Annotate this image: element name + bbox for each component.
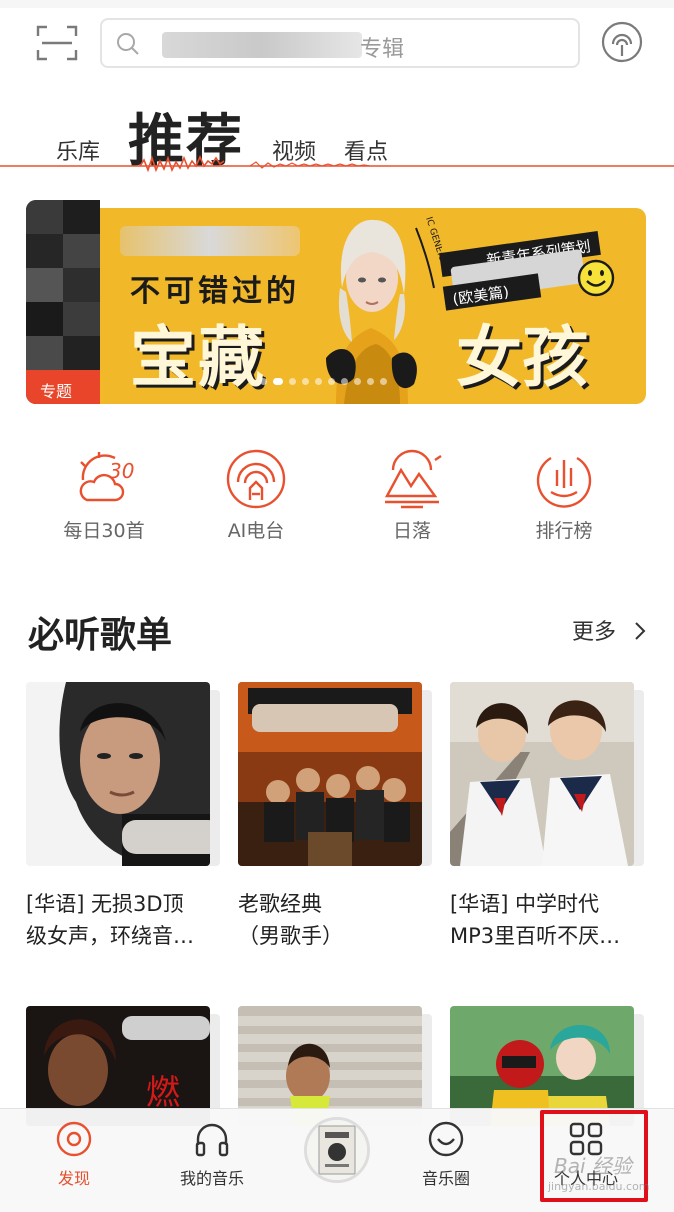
svg-text:燃: 燃: [146, 1073, 180, 1113]
playlist-title: [华语] 中学时代 MP3里百听不厌…: [450, 888, 650, 952]
carousel-dot[interactable]: [341, 378, 348, 385]
playlist-title-line2: （男歌手）: [238, 924, 343, 948]
nav-music-circle[interactable]: 音乐圈: [386, 1119, 506, 1189]
tab-waveform-underline: [0, 155, 674, 173]
carousel-dot[interactable]: [289, 378, 296, 385]
carousel-dot[interactable]: [302, 378, 309, 385]
playlist-cover: [238, 682, 422, 866]
playlist-title-line1: [华语] 无损3D顶: [26, 892, 184, 916]
scan-button[interactable]: [36, 24, 78, 62]
nav-my-music[interactable]: 我的音乐: [152, 1119, 272, 1189]
quick-entry-sunset[interactable]: 日落: [342, 446, 482, 543]
search-placeholder: 专辑: [360, 37, 405, 62]
status-bar: [0, 0, 674, 8]
music-recognition-button[interactable]: [600, 20, 644, 64]
mosaic-block: [63, 234, 100, 268]
blurred-banner-label: [120, 226, 300, 256]
scan-icon: [36, 25, 78, 61]
daily-30-icon: 30: [79, 452, 134, 502]
playlist-title-line1: 老歌经典: [238, 892, 322, 916]
more-link[interactable]: 更多: [572, 614, 616, 646]
carousel-indicator: [260, 378, 387, 388]
playlist-title-line1: [华语] 中学时代: [450, 892, 600, 916]
mosaic-block: [26, 336, 63, 370]
carousel-dot[interactable]: [315, 378, 322, 385]
search-input[interactable]: 专辑: [100, 18, 580, 68]
quick-entry-ranking[interactable]: 排行榜: [494, 446, 634, 543]
banner-title-right: 女孩: [456, 319, 588, 396]
ranking-icon: [536, 456, 592, 508]
playlist-title: 老歌经典 （男歌手）: [238, 888, 438, 952]
sunset-icon: [384, 449, 442, 509]
now-playing-disc[interactable]: [304, 1117, 370, 1183]
mosaic-block: [63, 268, 100, 302]
carousel-dot[interactable]: [328, 378, 335, 385]
carousel-dot-active[interactable]: [273, 378, 283, 385]
nav-discover[interactable]: 发现: [14, 1119, 134, 1189]
music-recognition-icon: [601, 21, 643, 63]
mosaic-block: [63, 336, 100, 370]
quick-entry-label: AI电台: [227, 520, 285, 542]
ai-radio-icon: [226, 449, 286, 509]
smiley-icon: [577, 259, 615, 297]
section-title: 必听歌单: [28, 615, 173, 656]
mosaic-block: [26, 234, 63, 268]
quick-entry-ai-radio[interactable]: AI电台: [186, 446, 326, 543]
chevron-right-icon[interactable]: [632, 620, 648, 642]
mosaic-block: [26, 302, 63, 336]
nav-label: 发现: [57, 1169, 90, 1188]
playlist-cover: [26, 682, 210, 866]
quick-entry-label: 日落: [392, 520, 431, 542]
banner-topic-tag: 专题: [26, 370, 100, 404]
banner-carousel[interactable]: IC GENERATION 不可错过的 宝藏 女孩 新青年系列策划 (欧美篇): [100, 208, 646, 404]
playlist-title-line2: 级女声，环绕音…: [26, 924, 194, 948]
mosaic-block: [26, 268, 63, 302]
banner-title-left: 宝藏: [130, 319, 266, 396]
carousel-dot[interactable]: [380, 378, 387, 385]
album-art-thumbnail: [307, 1120, 367, 1180]
carousel-dot[interactable]: [354, 378, 361, 385]
banner-ribbon-label: IC GENERATION: [423, 216, 442, 286]
watermark: Bai 经验: [554, 1154, 632, 1178]
nav-label: 音乐圈: [421, 1169, 470, 1188]
quick-entry-label: 每日30首: [63, 520, 145, 542]
playlist-cover: [450, 682, 634, 866]
playlist-title: [华语] 无损3D顶 级女声，环绕音…: [26, 888, 226, 952]
blurred-search-hint: [162, 32, 362, 58]
banner-previous-slide[interactable]: 专题: [26, 200, 100, 404]
svg-text:30: 30: [109, 459, 134, 483]
playlist-title-line2: MP3里百听不厌…: [450, 924, 621, 948]
banner-ribbon-text: IC GENERATION: [423, 216, 442, 286]
mosaic-block: [26, 200, 63, 234]
mosaic-block: [63, 302, 100, 336]
mosaic-block: [63, 200, 100, 234]
music-circle-icon: [428, 1121, 464, 1157]
search-icon: [117, 33, 139, 55]
discover-icon: [56, 1121, 92, 1157]
watermark-url: jingyan.baidu.com: [548, 1180, 650, 1193]
carousel-dot[interactable]: [260, 378, 267, 385]
quick-entry-daily-30[interactable]: 30 每日30首: [34, 446, 174, 543]
quick-entry-label: 排行榜: [535, 520, 593, 542]
nav-label: 我的音乐: [179, 1169, 244, 1188]
headphones-icon: [195, 1123, 229, 1157]
carousel-dot[interactable]: [367, 378, 374, 385]
